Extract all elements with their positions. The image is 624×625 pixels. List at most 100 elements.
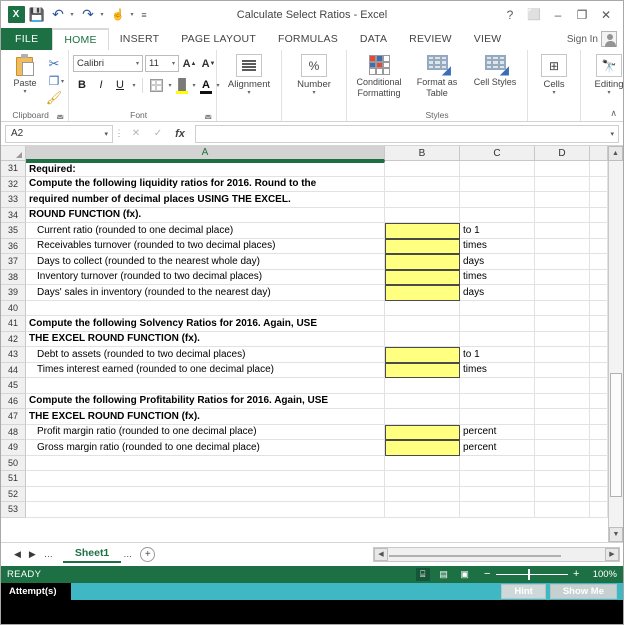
save-icon[interactable]: 💾 [27,5,47,25]
cell-b33[interactable] [385,192,460,208]
cell-a42[interactable]: THE EXCEL ROUND FUNCTION (fx). [26,331,385,347]
row-header-35[interactable]: 35 [1,223,26,239]
cell-e40[interactable] [590,300,608,316]
cell-a43[interactable]: Debt to assets (rounded to two decimal p… [26,347,385,363]
cell-d41[interactable] [535,316,590,332]
enter-formula-icon[interactable]: ✓ [147,125,169,143]
cell-e34[interactable] [590,207,608,223]
cell-b37[interactable] [385,254,460,270]
cell-e45[interactable] [590,378,608,394]
row-header-33[interactable]: 33 [1,192,26,208]
cell-a51[interactable] [26,471,385,487]
cell-d38[interactable] [535,269,590,285]
format-painter-button[interactable]: 🖌 [45,90,64,106]
cell-d33[interactable] [535,192,590,208]
cell-c32[interactable] [460,176,535,192]
undo-dropdown-icon[interactable]: ▾ [69,5,77,25]
collapse-ribbon-icon[interactable]: ∧ [610,108,617,119]
cell-b47[interactable] [385,409,460,425]
cell-a33[interactable]: required number of decimal places USING … [26,192,385,208]
fill-color-button[interactable]: █ [175,76,189,94]
increase-font-size-button[interactable]: A ▲ [181,55,198,72]
row-header-39[interactable]: 39 [1,285,26,301]
add-sheet-button[interactable]: + [140,546,156,562]
row-header-34[interactable]: 34 [1,207,26,223]
cell-a36[interactable]: Receivables turnover (rounded to two dec… [26,238,385,254]
cell-c46[interactable] [460,393,535,409]
cell-c47[interactable] [460,409,535,425]
row-header-36[interactable]: 36 [1,238,26,254]
cell-d46[interactable] [535,393,590,409]
page-break-view-button[interactable]: ▣ [458,568,472,581]
column-header-c[interactable]: C [460,146,535,161]
zoom-out-button[interactable]: − [482,568,493,580]
cell-c40[interactable] [460,300,535,316]
cell-a34[interactable]: ROUND FUNCTION (fx). [26,207,385,223]
sheet-overflow-right-icon[interactable]: … [123,549,132,559]
alignment-button[interactable]: Alignment ▾ [223,50,275,96]
row-header-48[interactable]: 48 [1,424,26,440]
row-header-32[interactable]: 32 [1,176,26,192]
cell-d39[interactable] [535,285,590,301]
font-size-chevron-down-icon[interactable]: ▾ [172,60,175,67]
tab-review[interactable]: REVIEW [398,28,463,50]
cell-b31[interactable] [385,161,460,177]
redo-icon[interactable]: ↷ [78,5,98,25]
cell-c49[interactable]: percent [460,440,535,456]
cell-b41[interactable] [385,316,460,332]
cell-d35[interactable] [535,223,590,239]
paste-dropdown-icon[interactable]: ▾ [23,89,26,95]
cell-c41[interactable] [460,316,535,332]
cell-d37[interactable] [535,254,590,270]
last-sheet-button[interactable]: ▶ [29,549,36,560]
cell-d47[interactable] [535,409,590,425]
horizontal-scrollbar[interactable]: ◀ ▶ [373,546,620,562]
decrease-font-size-button[interactable]: A ▼ [200,55,217,72]
redo-dropdown-icon[interactable]: ▾ [99,5,107,25]
zoom-slider[interactable]: − + [482,568,582,580]
underline-button[interactable]: U [111,76,129,94]
cell-c36[interactable]: times [460,238,535,254]
borders-button[interactable] [147,76,165,94]
column-header-d[interactable]: D [535,146,590,161]
cell-e33[interactable] [590,192,608,208]
underline-dropdown-icon[interactable]: ▾ [130,82,138,89]
cell-e41[interactable] [590,316,608,332]
cell-b34[interactable] [385,207,460,223]
cell-b53[interactable] [385,502,460,518]
cell-d36[interactable] [535,238,590,254]
zoom-level-label[interactable]: 100% [593,569,617,580]
column-header-e[interactable] [590,146,608,161]
cell-a50[interactable] [26,455,385,471]
cell-d32[interactable] [535,176,590,192]
page-layout-view-button[interactable]: ▤ [437,568,451,581]
cell-a39[interactable]: Days' sales in inventory (rounded to the… [26,285,385,301]
hscroll-left-button[interactable]: ◀ [374,547,388,561]
cell-a37[interactable]: Days to collect (rounded to the nearest … [26,254,385,270]
hscroll-right-button[interactable]: ▶ [605,547,619,561]
sign-in-area[interactable]: Sign In [567,28,623,50]
insert-function-icon[interactable]: fx [169,125,191,143]
cell-d40[interactable] [535,300,590,316]
tab-file[interactable]: FILE [1,28,53,50]
row-header-37[interactable]: 37 [1,254,26,270]
cell-e52[interactable] [590,486,608,502]
cell-c38[interactable]: times [460,269,535,285]
vscroll-thumb[interactable] [610,373,622,498]
cell-d49[interactable] [535,440,590,456]
alignment-dropdown-icon[interactable]: ▾ [248,90,251,96]
borders-dropdown-icon[interactable]: ▾ [166,82,174,89]
cell-e39[interactable] [590,285,608,301]
cell-a31[interactable]: Required: [26,161,385,177]
row-header-40[interactable]: 40 [1,300,26,316]
cell-a48[interactable]: Profit margin ratio (rounded to one deci… [26,424,385,440]
cell-d53[interactable] [535,502,590,518]
row-header-44[interactable]: 44 [1,362,26,378]
cell-b43[interactable] [385,347,460,363]
cell-b39[interactable] [385,285,460,301]
number-button[interactable]: % Number ▾ [288,50,340,96]
paste-button[interactable]: Paste ▾ [5,54,45,106]
cell-c39[interactable]: days [460,285,535,301]
cell-d43[interactable] [535,347,590,363]
cell-a41[interactable]: Compute the following Solvency Ratios fo… [26,316,385,332]
